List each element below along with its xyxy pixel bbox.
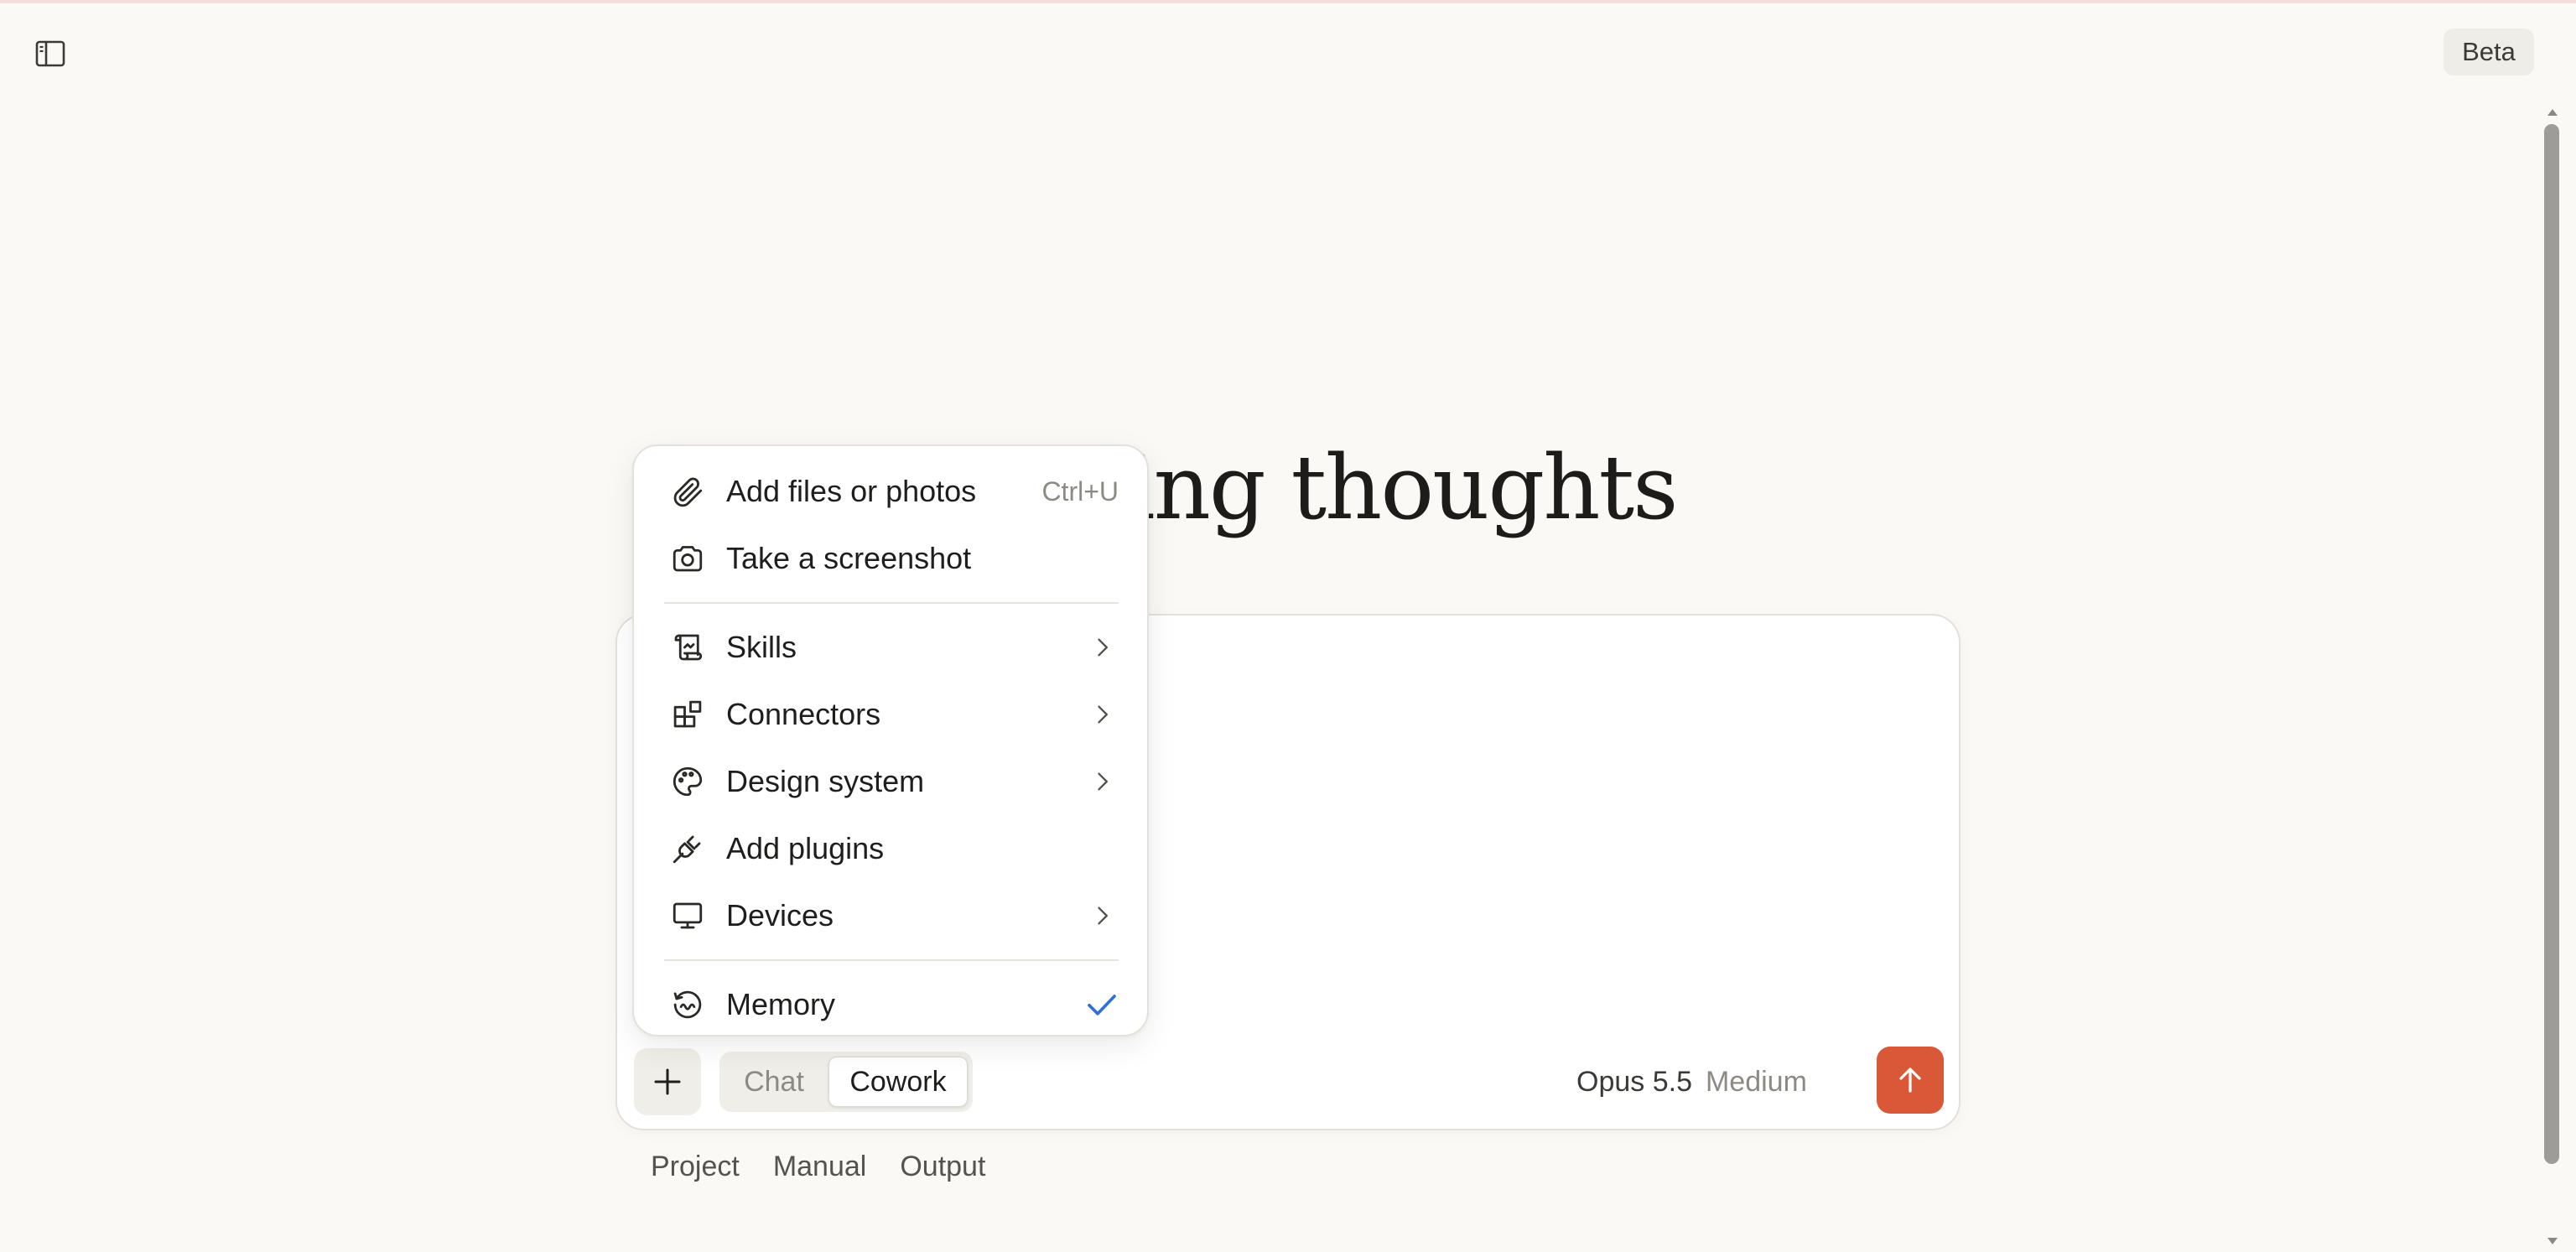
send-button[interactable] bbox=[1877, 1047, 1944, 1114]
scroll-icon bbox=[667, 627, 708, 668]
memory-icon bbox=[667, 984, 708, 1025]
blocks-icon bbox=[667, 694, 708, 735]
scrollbar[interactable] bbox=[2539, 104, 2569, 1252]
chevron-right-icon bbox=[1085, 899, 1119, 933]
plus-icon bbox=[654, 1068, 681, 1095]
beta-badge: Beta bbox=[2444, 29, 2534, 75]
model-selector[interactable]: Opus 5.5 Medium bbox=[1576, 1058, 1807, 1105]
scroll-down-arrow-icon[interactable] bbox=[2547, 1238, 2558, 1244]
menu-item-devices[interactable]: Devices bbox=[634, 882, 1147, 949]
menu-item-shortcut: Ctrl+U bbox=[1041, 475, 1119, 507]
menu-item-label: Memory bbox=[726, 987, 836, 1021]
add-attachment-button[interactable] bbox=[634, 1048, 701, 1115]
menu-divider bbox=[664, 959, 1119, 961]
menu-item-screenshot[interactable]: Take a screenshot bbox=[634, 525, 1147, 592]
chat-mode-button[interactable]: Chat bbox=[724, 1057, 823, 1107]
output-link[interactable]: Output bbox=[900, 1151, 985, 1183]
menu-divider bbox=[664, 602, 1119, 604]
model-effort: Medium bbox=[1705, 1065, 1807, 1098]
menu-item-design-system[interactable]: Design system bbox=[634, 748, 1147, 815]
chevron-right-icon bbox=[1085, 765, 1119, 798]
menu-item-memory[interactable]: Memory bbox=[634, 971, 1147, 1038]
menu-item-connectors[interactable]: Connectors bbox=[634, 681, 1147, 748]
add-menu: Add files or photos Ctrl+U Take a screen… bbox=[632, 444, 1149, 1036]
monitor-icon bbox=[667, 896, 708, 936]
mode-toggle: Chat Cowork bbox=[719, 1052, 973, 1112]
scroll-up-arrow-icon[interactable] bbox=[2547, 109, 2558, 116]
menu-item-label: Design system bbox=[726, 764, 925, 798]
cowork-mode-button[interactable]: Cowork bbox=[828, 1057, 968, 1107]
menu-item-label: Connectors bbox=[726, 697, 881, 731]
sidebar-toggle-button[interactable] bbox=[23, 34, 77, 74]
chevron-right-icon bbox=[1085, 698, 1119, 731]
palette-icon bbox=[667, 761, 708, 802]
checkmark-icon bbox=[1085, 988, 1119, 1021]
footer-links: Project Manual Output bbox=[651, 1151, 985, 1183]
manual-link[interactable]: Manual bbox=[773, 1151, 867, 1183]
arrow-up-icon bbox=[1899, 1068, 1921, 1093]
camera-icon bbox=[667, 538, 708, 579]
model-name: Opus 5.5 bbox=[1576, 1065, 1692, 1098]
top-accent-line bbox=[0, 0, 2576, 3]
menu-item-label: Take a screenshot bbox=[726, 541, 972, 575]
menu-item-add-plugins[interactable]: Add plugins bbox=[634, 815, 1147, 882]
menu-item-label: Devices bbox=[726, 898, 834, 933]
chevron-right-icon bbox=[1085, 631, 1119, 664]
menu-item-label: Add files or photos bbox=[726, 474, 977, 508]
menu-item-add-files[interactable]: Add files or photos Ctrl+U bbox=[634, 458, 1147, 525]
menu-item-label: Skills bbox=[726, 630, 797, 664]
plug-icon bbox=[667, 829, 708, 869]
paperclip-icon bbox=[667, 471, 708, 512]
sidebar-panel-icon bbox=[35, 40, 65, 67]
menu-item-label: Add plugins bbox=[726, 831, 885, 865]
menu-item-skills[interactable]: Skills bbox=[634, 614, 1147, 681]
scroll-thumb[interactable] bbox=[2544, 124, 2559, 1164]
project-link[interactable]: Project bbox=[651, 1151, 740, 1183]
